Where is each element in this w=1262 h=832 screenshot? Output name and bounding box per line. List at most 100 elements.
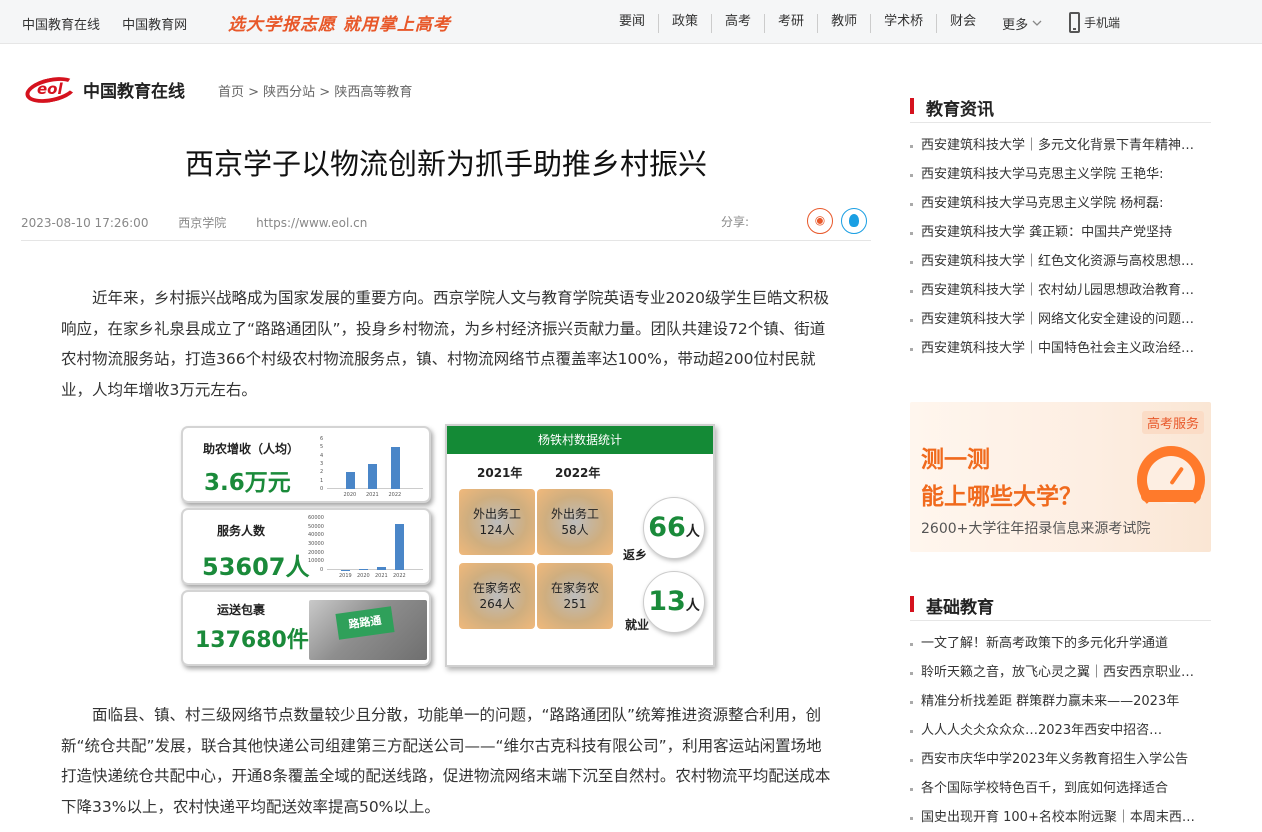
y-tick-label: 6 xyxy=(320,436,323,442)
nav-item-policy[interactable]: 政策 xyxy=(659,14,712,33)
chart-bar xyxy=(391,447,400,489)
top-nav: 要闻 政策 高考 考研 教师 学术桥 财会 更多 xyxy=(606,14,1055,33)
list-item[interactable]: 人人人仌仌众众众…2023年西安中招咨… xyxy=(910,716,1211,745)
site-links: 中国教育在线 中国教育网 xyxy=(22,14,205,33)
list-item[interactable]: 一文了解！新高考政策下的多元化升学通道 xyxy=(910,629,1211,658)
village-stats-title: 杨铁村数据统计 xyxy=(447,426,713,454)
phone-icon xyxy=(1069,12,1080,33)
served-card: 服务人数 53607人 6000050000400003000020000100… xyxy=(181,508,431,585)
gaokao-service-ad[interactable]: 高考服务 测一测 能上哪些大学？ 2600+大学往年招录信息来源考试院 xyxy=(910,402,1211,552)
nav-item-kaoyan[interactable]: 考研 xyxy=(765,14,818,33)
list-item[interactable]: 国史出现开育 100+名校本附远聚｜本周末西… xyxy=(910,803,1211,832)
chevron-down-icon xyxy=(1032,20,1042,27)
quad-2021-home: 在家务农264人 xyxy=(459,563,535,629)
parcel-label: 运送包裹 xyxy=(217,601,265,618)
list-item[interactable]: 聆听天籁之音，放飞心灵之翼｜西安西京职业… xyxy=(910,658,1211,687)
village-stats-card: 杨铁村数据统计 2021年 2022年 外出务工124人 外出务工58人 在家务… xyxy=(445,424,715,667)
weibo-share-icon[interactable]: ◉ xyxy=(807,208,833,234)
list-item[interactable]: 西安建筑科技大学 龚正颖：中国共产党坚持 xyxy=(910,218,1211,247)
served-value: 53607人 xyxy=(202,547,310,582)
y-tick-label: 30000 xyxy=(308,541,324,547)
sidebar-basic-edu: 基础教育 一文了解！新高考政策下的多元化升学通道 聆听天籁之音，放飞心灵之翼｜西… xyxy=(910,593,1211,832)
ad-line-1: 测一测 xyxy=(921,440,990,474)
y-tick-label: 0 xyxy=(320,486,323,492)
parcel-value: 137680件 xyxy=(195,622,309,654)
list-item[interactable]: 西安建筑科技大学｜中国特色社会主义政治经… xyxy=(910,334,1211,363)
x-tick-label: 2020 xyxy=(357,573,370,579)
sidebar-basic-edu-title: 基础教育 xyxy=(910,593,1211,621)
list-item[interactable]: 西安建筑科技大学｜网络文化安全建设的问题… xyxy=(910,305,1211,334)
quad-2021-out: 外出务工124人 xyxy=(459,489,535,555)
ad-subtitle: 2600+大学往年招录信息来源考试院 xyxy=(921,518,1150,538)
nav-item-academic[interactable]: 学术桥 xyxy=(871,14,937,33)
y-tick-label: 4 xyxy=(320,453,323,459)
nav-more-label: 更多 xyxy=(1002,14,1028,33)
chart-bar xyxy=(346,472,355,489)
article-source: 西京学院 xyxy=(178,216,226,230)
parcel-box-label: 路路通 xyxy=(335,606,394,640)
y-tick-label: 2 xyxy=(320,469,323,475)
return-tag: 返乡 xyxy=(623,546,647,563)
year-2022: 2022年 xyxy=(555,464,600,481)
chart-bar xyxy=(377,567,386,570)
mobile-label: 手机端 xyxy=(1084,14,1120,31)
x-tick-label: 2019 xyxy=(339,573,352,579)
return-bubble: 66人 xyxy=(643,497,705,559)
divider xyxy=(21,240,871,241)
nav-item-news[interactable]: 要闻 xyxy=(606,14,659,33)
income-card: 助农增收（人均） 3.6万元 6543210202020212022 xyxy=(181,426,431,503)
y-tick-label: 1 xyxy=(320,478,323,484)
slogan-banner[interactable]: 选大学报志愿 就用掌上高考 xyxy=(228,10,451,35)
x-tick-label: 2022 xyxy=(389,492,402,498)
list-item[interactable]: 西安建筑科技大学马克思主义学院 王艳华: xyxy=(910,160,1211,189)
nav-item-finance[interactable]: 财会 xyxy=(937,14,989,33)
list-item[interactable]: 西安市庆华中学2023年义务教育招生入学公告 xyxy=(910,745,1211,774)
list-item[interactable]: 精准分析找差距 群策群力赢未来——2023年 xyxy=(910,687,1211,716)
article-paragraph-1: 近年来，乡村振兴战略成为国家发展的重要方向。西京学院人文与教育学院英语专业202… xyxy=(61,283,831,405)
list-item[interactable]: 西安建筑科技大学｜多元文化背景下青年精神… xyxy=(910,131,1211,160)
site-logo[interactable]: eol 中国教育在线 xyxy=(25,74,185,104)
y-tick-label: 0 xyxy=(320,567,323,573)
chart-bar xyxy=(368,464,377,489)
y-tick-label: 10000 xyxy=(308,558,324,564)
served-mini-chart: 6000050000400003000020000100000201920202… xyxy=(301,514,423,582)
y-tick-label: 3 xyxy=(320,461,323,467)
parcel-card: 运送包裹 137680件 路路通 xyxy=(181,590,431,666)
gauge-icon xyxy=(1137,446,1205,501)
list-item[interactable]: 各个国际学校特色百千，到底如何选择适合 xyxy=(910,774,1211,803)
list-item[interactable]: 西安建筑科技大学｜红色文化资源与高校思想… xyxy=(910,247,1211,276)
y-tick-label: 50000 xyxy=(308,524,324,530)
list-item[interactable]: 西安建筑科技大学｜农村幼儿园思想政治教育… xyxy=(910,276,1211,305)
breadcrumb[interactable]: 首页 > 陕西分站 > 陕西高等教育 xyxy=(218,81,412,100)
list-item[interactable]: 西安建筑科技大学马克思主义学院 杨柯磊: xyxy=(910,189,1211,218)
article-date: 2023-08-10 17:26:00 xyxy=(21,216,148,230)
mobile-link[interactable]: 手机端 xyxy=(1069,12,1120,33)
y-tick-label: 20000 xyxy=(308,550,324,556)
income-mini-chart: 6543210202020212022 xyxy=(301,435,423,501)
x-tick-label: 2020 xyxy=(344,492,357,498)
qq-share-icon[interactable] xyxy=(841,208,867,234)
quad-2022-home: 在家务农251 xyxy=(537,563,613,629)
nav-item-teacher[interactable]: 教师 xyxy=(818,14,871,33)
ad-line-2: 能上哪些大学？ xyxy=(921,477,1082,511)
site-link-edu[interactable]: 中国教育网 xyxy=(122,18,187,33)
nav-item-gaokao[interactable]: 高考 xyxy=(712,14,765,33)
chart-bar xyxy=(395,524,404,570)
sidebar-edu-news: 教育资讯 西安建筑科技大学｜多元文化背景下青年精神… 西安建筑科技大学马克思主义… xyxy=(910,95,1211,363)
y-tick-label: 60000 xyxy=(308,515,324,521)
employ-bubble: 13人 xyxy=(643,571,705,633)
employ-tag: 就业 xyxy=(625,616,649,633)
chart-bar xyxy=(359,569,368,570)
site-link-eol[interactable]: 中国教育在线 xyxy=(22,18,100,33)
sidebar-basic-edu-list: 一文了解！新高考政策下的多元化升学通道 聆听天籁之音，放飞心灵之翼｜西安西京职业… xyxy=(910,629,1211,832)
x-tick-label: 2021 xyxy=(375,573,388,579)
nav-more[interactable]: 更多 xyxy=(989,14,1055,33)
eol-logo-icon: eol xyxy=(25,74,79,104)
parcel-photo: 路路通 xyxy=(309,600,427,660)
income-value: 3.6万元 xyxy=(204,463,291,497)
served-label: 服务人数 xyxy=(217,522,265,539)
article-url[interactable]: https://www.eol.cn xyxy=(256,216,367,230)
income-label: 助农增收（人均） xyxy=(203,440,299,457)
x-tick-label: 2022 xyxy=(393,573,406,579)
x-tick-label: 2021 xyxy=(366,492,379,498)
